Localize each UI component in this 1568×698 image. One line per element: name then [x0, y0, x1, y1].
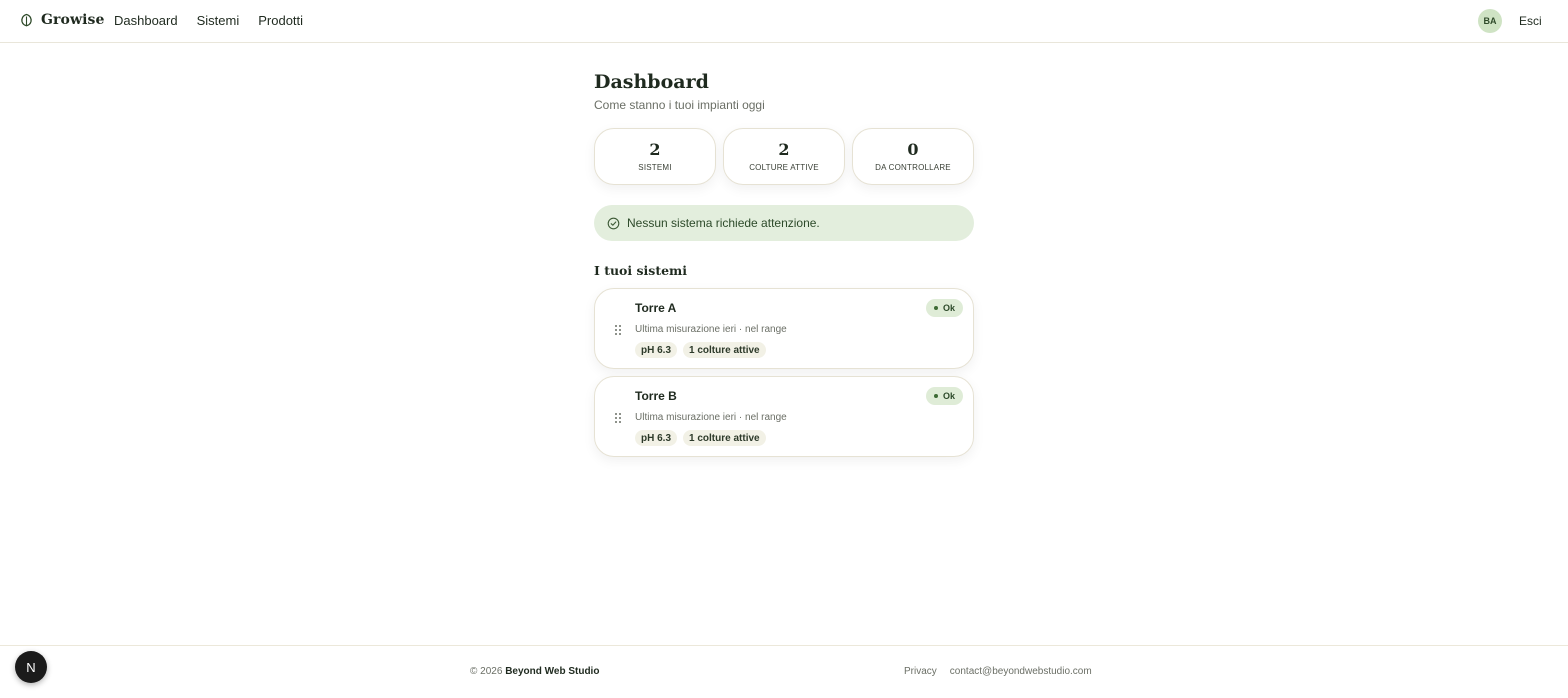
stat-value: 2: [778, 140, 790, 159]
top-navigation-bar: Growise Dashboard Sistemi Prodotti BA Es…: [0, 0, 1568, 43]
drag-handle-icon[interactable]: [614, 323, 622, 335]
avatar[interactable]: BA: [1478, 9, 1502, 33]
crops-tag: 1 colture attive: [683, 430, 766, 446]
footer-links: Privacy contact@beyondwebstudio.com: [904, 666, 1092, 677]
system-tags: pH 6.3 1 colture attive: [635, 342, 766, 358]
system-meta: Ultima misurazione ieri · nel range: [635, 324, 787, 335]
stat-label: SISTEMI: [638, 163, 672, 172]
copyright: © 2026 Beyond Web Studio: [470, 666, 599, 677]
stat-card-sistemi: 2 SISTEMI: [594, 128, 716, 185]
dashboard-main: Dashboard Come stanno i tuoi impianti og…: [594, 70, 974, 457]
system-meta: Ultima misurazione ieri · nel range: [635, 412, 787, 423]
copyright-prefix: © 2026: [470, 666, 503, 677]
check-circle-icon: [607, 217, 620, 230]
nav-link-dashboard[interactable]: Dashboard: [114, 13, 178, 28]
ph-tag: pH 6.3: [635, 342, 678, 358]
privacy-link[interactable]: Privacy: [904, 666, 937, 677]
main-nav: Dashboard Sistemi Prodotti: [114, 13, 303, 28]
page-subtitle: Come stanno i tuoi impianti oggi: [594, 98, 765, 112]
ph-tag: pH 6.3: [635, 430, 678, 446]
page-title: Dashboard: [594, 71, 709, 93]
stat-value: 0: [907, 140, 919, 159]
stat-label: COLTURE ATTIVE: [749, 163, 819, 172]
stat-card-colture-attive: 2 COLTURE ATTIVE: [723, 128, 845, 185]
status-dot-icon: [933, 394, 938, 398]
system-name: Torre B: [635, 389, 677, 403]
brand-name: Growise: [41, 12, 105, 28]
nav-link-sistemi[interactable]: Sistemi: [197, 13, 240, 28]
status-text: Ok: [942, 303, 955, 313]
alert-text: Nessun sistema richiede attenzione.: [627, 216, 820, 230]
leaf-icon: [20, 12, 34, 28]
stat-card-da-controllare: 0 DA CONTROLLARE: [852, 128, 974, 185]
status-alert: Nessun sistema richiede attenzione.: [594, 205, 974, 241]
system-card-torre-a[interactable]: Torre A Ultima misurazione ieri · nel ra…: [594, 288, 974, 369]
systems-list: Torre A Ultima misurazione ieri · nel ra…: [594, 288, 974, 464]
section-title: I tuoi sistemi: [594, 263, 688, 278]
stats-row: 2 SISTEMI 2 COLTURE ATTIVE 0 DA CONTROLL…: [594, 128, 974, 185]
crops-tag: 1 colture attive: [683, 342, 766, 358]
system-tags: pH 6.3 1 colture attive: [635, 430, 766, 446]
drag-handle-icon[interactable]: [614, 411, 622, 423]
status-badge: Ok: [925, 299, 963, 317]
status-badge: Ok: [925, 387, 963, 405]
stat-label: DA CONTROLLARE: [875, 163, 951, 172]
footer: © 2026 Beyond Web Studio Privacy contact…: [0, 645, 1568, 698]
stat-value: 2: [649, 140, 661, 159]
dev-tools-badge[interactable]: N: [15, 651, 47, 683]
status-dot-icon: [933, 306, 938, 310]
status-text: Ok: [942, 391, 955, 401]
contact-email-link[interactable]: contact@beyondwebstudio.com: [950, 666, 1092, 677]
company-name: Beyond Web Studio: [505, 666, 600, 677]
system-name: Torre A: [635, 301, 677, 315]
nav-link-prodotti[interactable]: Prodotti: [258, 13, 303, 28]
system-card-torre-b[interactable]: Torre B Ultima misurazione ieri · nel ra…: [594, 376, 974, 457]
brand-logo[interactable]: Growise: [20, 12, 105, 28]
logout-button[interactable]: Esci: [1519, 14, 1542, 28]
